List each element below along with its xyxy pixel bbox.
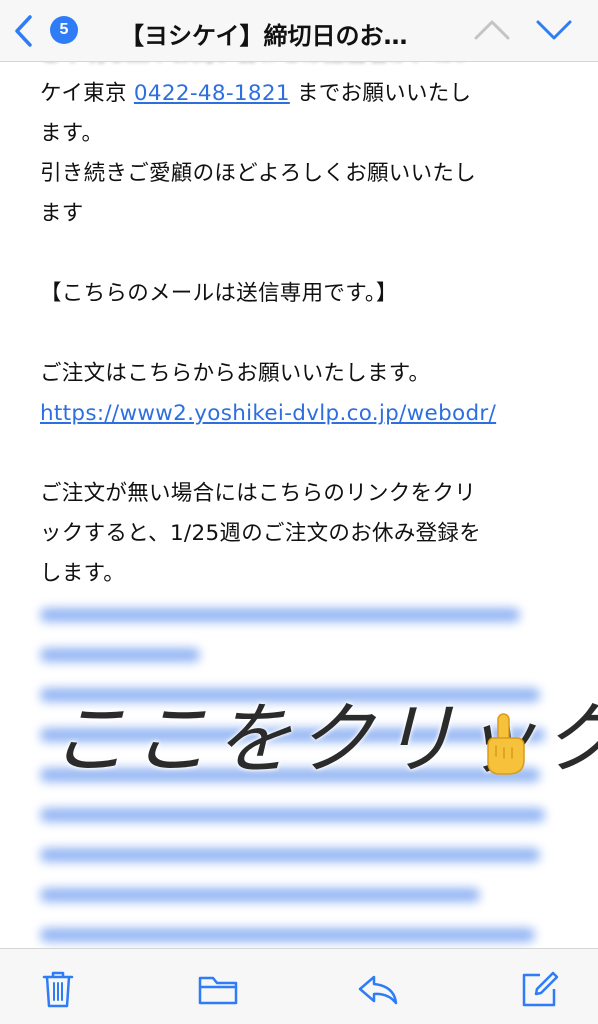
reply-button[interactable] (356, 969, 400, 1009)
click-here-annotation: ここをクリック (50, 690, 598, 800)
skip-instruction-line: します。 (40, 561, 126, 586)
skip-instruction-line: ご注文が無い場合にはこちらのリンクをクリ (40, 481, 477, 506)
contact-suffix: までお願いいたし (289, 81, 472, 106)
text-line: 引き続きご愛顧のほどよろしくお願いいたし (40, 161, 477, 186)
order-link[interactable]: https://www2.yoshikei-dvlp.co.jp/webodr/ (40, 401, 496, 426)
back-button[interactable]: 5 (10, 10, 90, 50)
next-message-button[interactable] (532, 12, 576, 48)
delete-button[interactable] (36, 969, 80, 1009)
partial-text-line: ご不明な点やお問い合わせは担当者か、ヨシ (40, 62, 570, 74)
text-line: ます。 (40, 121, 104, 146)
chevron-up-icon (474, 20, 510, 40)
order-instruction: ご注文はこちらからお願いいたします。 (40, 361, 431, 386)
chevron-down-icon (536, 20, 572, 40)
phone-link[interactable]: 0422-48-1821 (134, 81, 290, 106)
send-only-notice: 【こちらのメールは送信専用です。】 (40, 281, 398, 306)
blurred-link-line (40, 874, 570, 914)
blurred-link-line (40, 794, 570, 834)
trash-icon (42, 971, 74, 1008)
email-text: ご不明な点やお問い合わせは担当者か、ヨシ ケイ東京 0422-48-1821 ま… (40, 62, 570, 948)
bottom-toolbar (0, 948, 598, 1024)
contact-prefix: ケイ東京 (40, 81, 134, 106)
email-subject-title: 【ヨシケイ】締切日のお… (120, 22, 408, 50)
reply-icon (358, 975, 398, 1005)
compose-button[interactable] (518, 969, 562, 1009)
email-body[interactable]: ご不明な点やお問い合わせは担当者か、ヨシ ケイ東京 0422-48-1821 ま… (0, 62, 598, 948)
chevron-left-icon (15, 15, 32, 47)
blurred-link-line (40, 834, 570, 874)
blurred-link-line (40, 914, 570, 948)
blurred-link-line (40, 634, 570, 674)
blurred-link-line (40, 594, 570, 634)
contact-line: ケイ東京 0422-48-1821 までお願いいたし (40, 74, 570, 114)
previous-message-button[interactable] (470, 12, 514, 48)
folder-icon (198, 976, 238, 1005)
unread-count-badge: 5 (50, 16, 78, 44)
text-line: ます (40, 201, 84, 226)
skip-instruction-line: ックすると、1/25週のご注文のお休み登録を (40, 521, 482, 546)
pointing-finger-icon (487, 713, 525, 775)
move-to-folder-button[interactable] (196, 969, 240, 1009)
navigation-bar: 5 【ヨシケイ】締切日のお… (0, 0, 598, 62)
compose-icon (522, 971, 559, 1007)
